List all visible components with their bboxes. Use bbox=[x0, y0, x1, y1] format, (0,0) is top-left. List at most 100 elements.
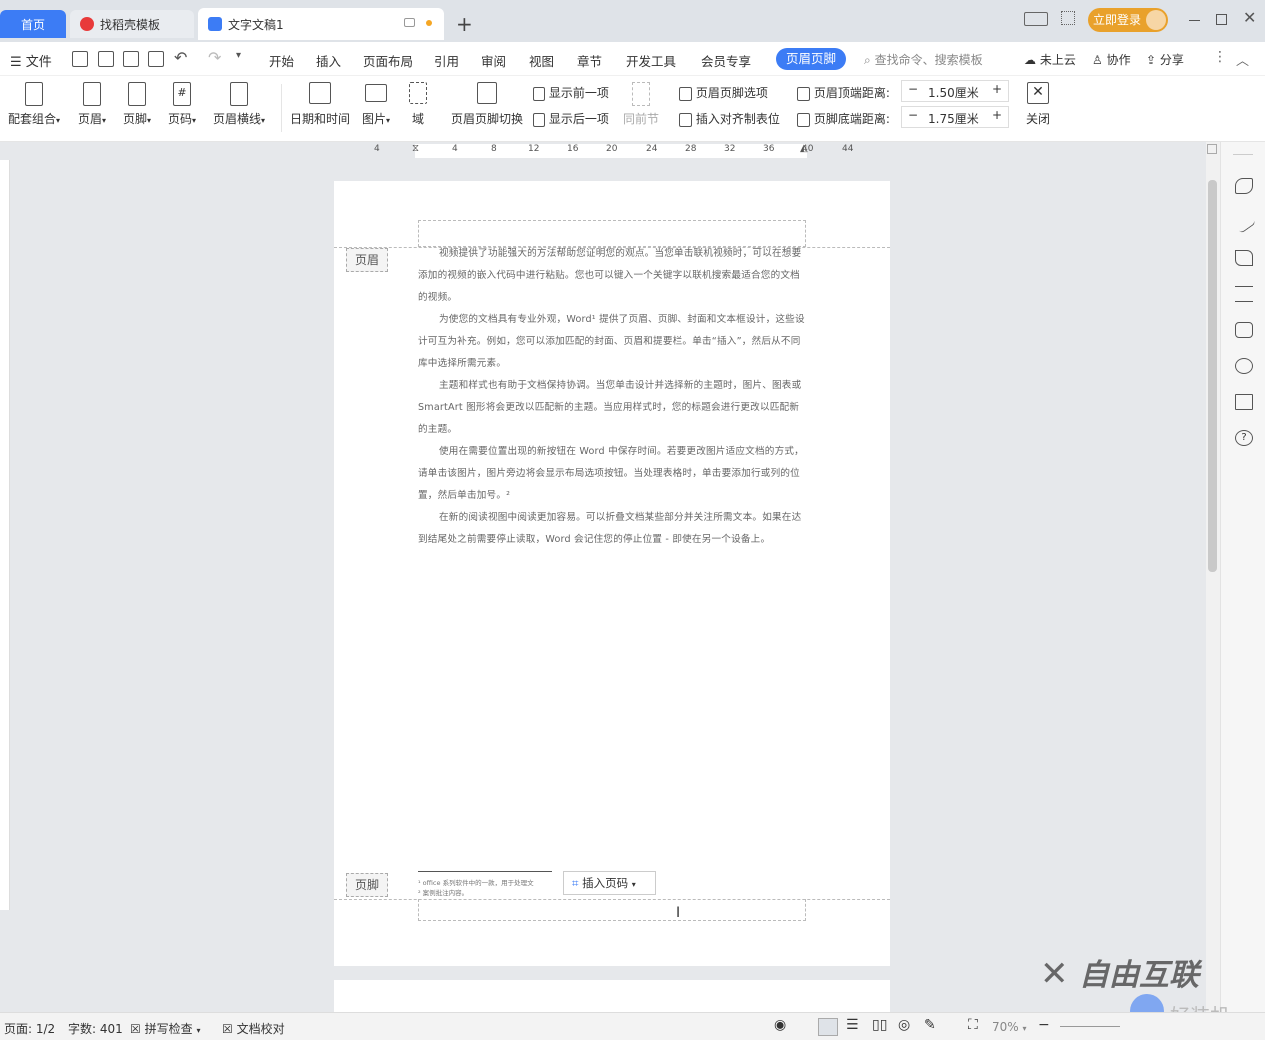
header-top-distance-stepper[interactable]: −1.50厘米 + bbox=[901, 80, 1009, 102]
zoom-slider[interactable] bbox=[1060, 1026, 1120, 1027]
apps-grid-icon[interactable] bbox=[1061, 11, 1075, 25]
page-number-button[interactable]: # 页码▾ bbox=[164, 82, 200, 127]
collapse-ribbon-icon[interactable]: ︿ bbox=[1236, 50, 1249, 69]
share-button[interactable]: ⇪ 分享 bbox=[1146, 51, 1184, 68]
tab-review[interactable]: 审阅 bbox=[481, 51, 506, 70]
new-tab-icon[interactable]: + bbox=[456, 12, 473, 36]
tab-home[interactable]: 首页 bbox=[0, 10, 66, 38]
scroll-up-icon[interactable] bbox=[1207, 144, 1217, 154]
print-icon[interactable] bbox=[123, 51, 139, 67]
undo-icon[interactable]: ↶ bbox=[174, 48, 187, 67]
footnote[interactable]: ¹ office 系列软件中的一款，用于处理文 bbox=[418, 877, 534, 887]
collab-button[interactable]: ♙ 协作 bbox=[1092, 51, 1131, 68]
quick-access-dropdown-icon[interactable]: ▾ bbox=[236, 50, 241, 61]
header-button[interactable]: 页眉▾ bbox=[74, 82, 110, 127]
zoom-level[interactable]: 70% ▾ bbox=[992, 1020, 1027, 1034]
select-cursor-icon[interactable] bbox=[1235, 250, 1253, 266]
spell-check-button[interactable]: ☒ 拼写检查 ▾ bbox=[130, 1020, 200, 1037]
show-previous-button[interactable]: 显示前一项 bbox=[533, 84, 609, 101]
page-count[interactable]: 页面: 1/2 bbox=[4, 1020, 55, 1037]
close-window-icon[interactable]: ✕ bbox=[1243, 8, 1256, 27]
tab-template-label: 找稻壳模板 bbox=[100, 17, 161, 32]
insert-page-number-button[interactable]: ⌗ 插入页码 ▾ bbox=[563, 871, 656, 895]
body-paragraph[interactable]: 使用在需要位置出现的新按钮在 Word 中保存时间。若要更改图片适应文档的方式，… bbox=[418, 441, 806, 507]
date-time-button[interactable]: 日期和时间 bbox=[289, 82, 351, 127]
increase-icon[interactable]: + bbox=[992, 108, 1002, 122]
ruler-tick: 8 bbox=[491, 144, 497, 154]
image-tool-icon[interactable] bbox=[1235, 322, 1253, 338]
adjust-sliders-icon[interactable] bbox=[1235, 286, 1253, 302]
tab-chapter[interactable]: 章节 bbox=[577, 51, 602, 70]
zoom-out-icon[interactable]: − bbox=[1038, 1017, 1050, 1033]
document-page[interactable]: 页眉 视频提供了功能强大的方法帮助您证明您的观点。当您单击联机视频时，可以在想要… bbox=[334, 181, 890, 966]
redo-icon[interactable]: ↷ bbox=[208, 48, 221, 67]
insert-align-tab-button[interactable]: 插入对齐制表位 bbox=[679, 110, 780, 127]
tab-references[interactable]: 引用 bbox=[434, 51, 459, 70]
tab-insert[interactable]: 插入 bbox=[316, 51, 341, 70]
body-paragraph[interactable]: 为使您的文档具有专业外观，Word¹ 提供了页眉、页脚、封面和文本框设计，这些设… bbox=[418, 309, 806, 375]
maximize-icon[interactable] bbox=[1216, 14, 1227, 25]
spell-check-label: 拼写检查 bbox=[144, 1022, 193, 1036]
header-footer-options-button[interactable]: 页眉页脚选项 bbox=[679, 84, 768, 101]
brand-watermark: ✕ 自由互联 bbox=[1040, 950, 1260, 994]
help-icon[interactable]: ? bbox=[1235, 430, 1253, 446]
close-header-footer-button[interactable]: ✕ 关闭 bbox=[1022, 82, 1054, 127]
tab-template[interactable]: 找稻壳模板 bbox=[70, 10, 194, 38]
word-count[interactable]: 字数: 401 bbox=[68, 1020, 123, 1037]
ruler-tick: 44 bbox=[842, 144, 854, 154]
print-preview-icon[interactable] bbox=[148, 51, 164, 67]
page-view-icon[interactable] bbox=[818, 1018, 838, 1036]
same-as-previous-button[interactable]: 同前节 bbox=[622, 82, 660, 127]
eye-protection-icon[interactable]: ◉ bbox=[774, 1017, 786, 1033]
show-next-button[interactable]: 显示后一项 bbox=[533, 110, 609, 127]
footnote[interactable]: ² 案例批注内容。 bbox=[418, 887, 468, 897]
decrease-icon[interactable]: − bbox=[908, 82, 918, 96]
footer-bottom-distance-value[interactable]: 1.75厘米 bbox=[928, 110, 979, 127]
proofread-button[interactable]: ☒ 文档校对 bbox=[222, 1020, 285, 1037]
tab-member[interactable]: 会员专享 bbox=[701, 51, 751, 70]
header-top-distance-value[interactable]: 1.50厘米 bbox=[928, 84, 979, 101]
cloud-status[interactable]: ☁ 未上云 bbox=[1024, 51, 1076, 68]
right-indent-marker-icon[interactable]: ◭ bbox=[800, 143, 808, 154]
body-paragraph[interactable]: 主题和样式也有助于文档保持协调。当您单击设计并选择新的主题时，图片、图表或 Sm… bbox=[418, 375, 806, 441]
tab-document[interactable]: 文字文稿1 bbox=[198, 8, 444, 40]
field-button[interactable]: 域 bbox=[404, 82, 432, 127]
save-icon[interactable] bbox=[72, 51, 88, 67]
tab-developer[interactable]: 开发工具 bbox=[626, 51, 676, 70]
more-icon[interactable]: ⋮ bbox=[1213, 49, 1227, 65]
fit-page-icon[interactable]: ⛶ bbox=[968, 1017, 978, 1033]
layout-icon[interactable] bbox=[1024, 12, 1048, 26]
rocket-icon[interactable] bbox=[1235, 178, 1253, 194]
web-view-icon[interactable]: ◎ bbox=[898, 1017, 910, 1033]
search-box[interactable]: ⌕ 查找命令、搜索模板 bbox=[864, 51, 983, 68]
write-mode-icon[interactable]: ✎ bbox=[924, 1017, 936, 1033]
minimize-icon[interactable] bbox=[1189, 20, 1200, 21]
book-icon[interactable] bbox=[1235, 394, 1253, 410]
footer-bottom-distance-stepper[interactable]: −1.75厘米 + bbox=[901, 106, 1009, 128]
login-button[interactable]: 立即登录 bbox=[1088, 8, 1168, 32]
picture-button[interactable]: 图片▾ bbox=[358, 82, 394, 127]
file-menu[interactable]: ☰ 文件 bbox=[10, 51, 52, 70]
vertical-ruler[interactable] bbox=[0, 160, 12, 965]
export-icon[interactable] bbox=[98, 51, 114, 67]
reading-view-icon[interactable]: ▯▯ bbox=[872, 1017, 887, 1033]
decrease-icon[interactable]: − bbox=[908, 108, 918, 122]
scrollbar-thumb[interactable] bbox=[1208, 180, 1217, 572]
tab-header-footer[interactable]: 页眉页脚 bbox=[776, 48, 846, 70]
body-paragraph[interactable]: 在新的阅读视图中阅读更加容易。可以折叠文档某些部分并关注所需文本。如果在达到结尾… bbox=[418, 507, 806, 551]
footer-button[interactable]: 页脚▾ bbox=[119, 82, 155, 127]
tab-start[interactable]: 开始 bbox=[269, 51, 294, 70]
tab-view[interactable]: 视图 bbox=[529, 51, 554, 70]
header-line-button[interactable]: 页眉横线▾ bbox=[209, 82, 269, 127]
increase-icon[interactable]: + bbox=[992, 82, 1002, 96]
outline-view-icon[interactable]: ☰ bbox=[846, 1017, 859, 1033]
footer-area[interactable] bbox=[418, 899, 806, 921]
switch-header-footer-button[interactable]: 页眉页脚切换 bbox=[448, 82, 526, 127]
tab-page-layout[interactable]: 页面布局 bbox=[363, 51, 413, 70]
combo-button[interactable]: 配套组合▾ bbox=[6, 82, 62, 127]
pen-icon[interactable] bbox=[1232, 210, 1256, 234]
location-icon[interactable] bbox=[1235, 358, 1253, 374]
body-paragraph[interactable]: 视频提供了功能强大的方法帮助您证明您的观点。当您单击联机视频时，可以在想要添加的… bbox=[418, 243, 806, 309]
vertical-scrollbar[interactable] bbox=[1206, 142, 1220, 1012]
indent-marker-icon[interactable]: ⧖ bbox=[412, 143, 419, 154]
